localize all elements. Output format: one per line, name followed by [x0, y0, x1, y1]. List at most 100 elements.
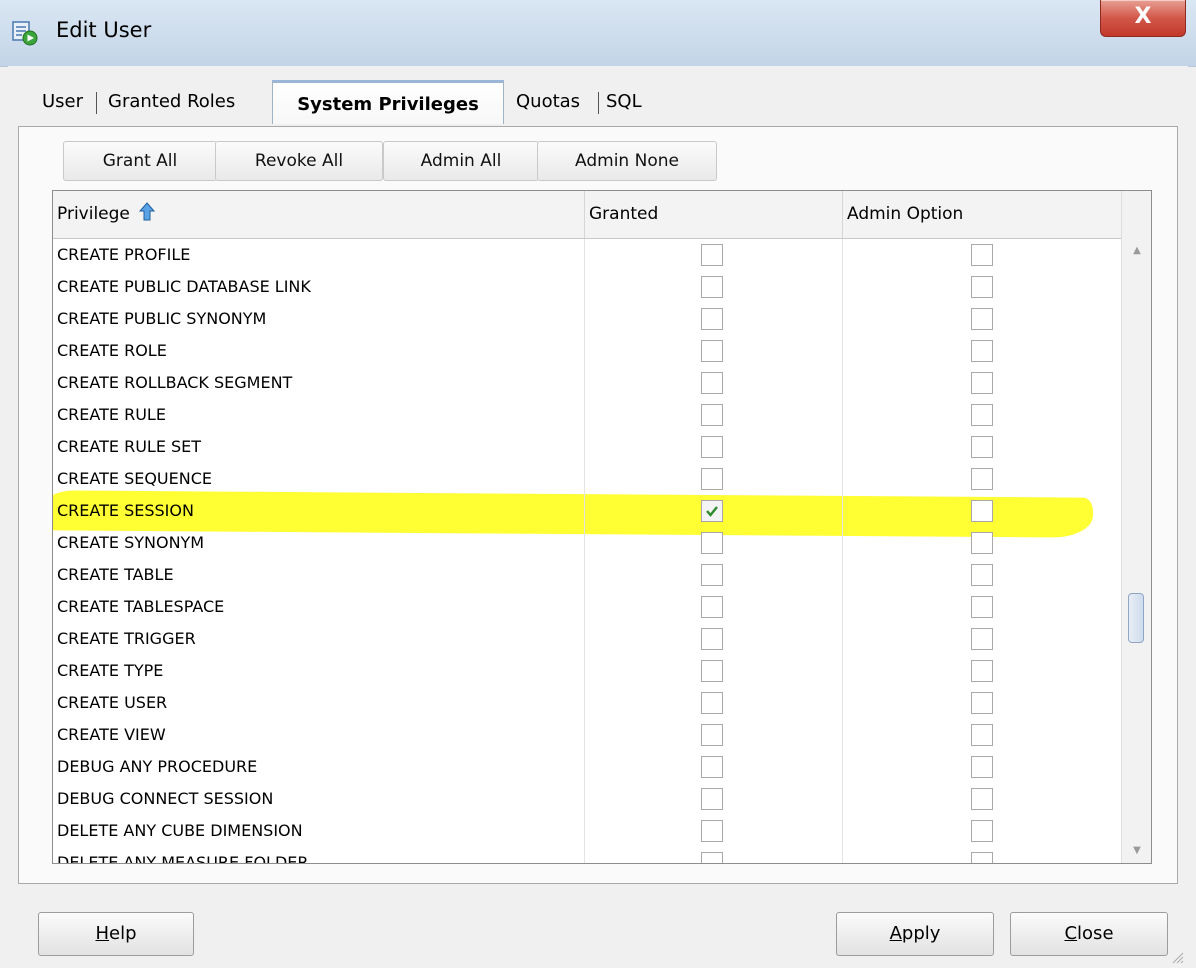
table-row[interactable]: CREATE SESSION: [53, 495, 1121, 527]
admin-option-checkbox[interactable]: [971, 756, 993, 778]
tab-user[interactable]: User: [42, 82, 83, 122]
admin-option-checkbox[interactable]: [971, 276, 993, 298]
table-row[interactable]: DEBUG ANY PROCEDURE: [53, 751, 1121, 783]
privilege-name: CREATE RULE: [53, 399, 585, 431]
tab-sql[interactable]: SQL: [606, 82, 642, 122]
admin-option-checkbox[interactable]: [971, 340, 993, 362]
resize-grip-icon[interactable]: [1170, 950, 1184, 964]
granted-checkbox[interactable]: [701, 276, 723, 298]
help-button[interactable]: Help: [38, 912, 194, 956]
table-row[interactable]: CREATE USER: [53, 687, 1121, 719]
table-row[interactable]: CREATE TABLESPACE: [53, 591, 1121, 623]
admin-option-checkbox[interactable]: [971, 660, 993, 682]
granted-checkbox[interactable]: [701, 756, 723, 778]
admin-option-checkbox[interactable]: [971, 468, 993, 490]
table-row[interactable]: CREATE PROFILE: [53, 239, 1121, 271]
vertical-scrollbar[interactable]: ▲ ▼: [1121, 191, 1151, 863]
close-window-button[interactable]: X: [1100, 0, 1186, 37]
granted-cell: [585, 559, 843, 591]
privilege-name: CREATE PUBLIC SYNONYM: [53, 303, 585, 335]
table-header: Privilege Granted Admin Option: [53, 191, 1121, 239]
granted-checkbox[interactable]: [701, 596, 723, 618]
granted-checkbox[interactable]: [701, 468, 723, 490]
granted-checkbox[interactable]: [701, 660, 723, 682]
granted-checkbox[interactable]: [701, 724, 723, 746]
granted-checkbox[interactable]: [701, 404, 723, 426]
admin-none-button[interactable]: Admin None: [537, 141, 717, 181]
admin-option-checkbox[interactable]: [971, 788, 993, 810]
tab-separator: [96, 92, 97, 114]
table-row[interactable]: CREATE TRIGGER: [53, 623, 1121, 655]
table-row[interactable]: CREATE PUBLIC DATABASE LINK: [53, 271, 1121, 303]
dialog-body: User Granted Roles System Privileges Quo…: [8, 66, 1188, 968]
granted-checkbox[interactable]: [701, 788, 723, 810]
granted-checkbox[interactable]: [701, 372, 723, 394]
table-row[interactable]: CREATE ROLE: [53, 335, 1121, 367]
admin-option-checkbox[interactable]: [971, 500, 993, 522]
granted-checkbox[interactable]: [701, 564, 723, 586]
admin-option-checkbox[interactable]: [971, 372, 993, 394]
column-header-privilege[interactable]: Privilege: [53, 191, 585, 238]
admin-option-cell: [843, 687, 1121, 719]
table-row[interactable]: DELETE ANY MEASURE FOLDER: [53, 847, 1121, 863]
granted-checkbox[interactable]: [701, 340, 723, 362]
granted-checkbox[interactable]: [701, 436, 723, 458]
granted-cell: [585, 431, 843, 463]
table-row[interactable]: CREATE TYPE: [53, 655, 1121, 687]
tab-granted-roles[interactable]: Granted Roles: [108, 82, 235, 122]
table-row[interactable]: CREATE ROLLBACK SEGMENT: [53, 367, 1121, 399]
granted-cell: [585, 751, 843, 783]
granted-checkbox[interactable]: [701, 244, 723, 266]
admin-option-cell: [843, 495, 1121, 527]
scrollbar-thumb[interactable]: [1128, 593, 1144, 643]
admin-option-checkbox[interactable]: [971, 628, 993, 650]
apply-button[interactable]: Apply: [836, 912, 994, 956]
granted-checkbox[interactable]: [701, 628, 723, 650]
admin-option-checkbox[interactable]: [971, 596, 993, 618]
admin-option-checkbox[interactable]: [971, 820, 993, 842]
admin-option-cell: [843, 367, 1121, 399]
table-row[interactable]: CREATE RULE SET: [53, 431, 1121, 463]
table-row[interactable]: CREATE PUBLIC SYNONYM: [53, 303, 1121, 335]
admin-option-checkbox[interactable]: [971, 692, 993, 714]
granted-checkbox[interactable]: [701, 532, 723, 554]
tab-quotas[interactable]: Quotas: [516, 82, 580, 122]
granted-cell: [585, 623, 843, 655]
granted-checkbox[interactable]: [701, 820, 723, 842]
table-row[interactable]: CREATE VIEW: [53, 719, 1121, 751]
table-row[interactable]: DELETE ANY CUBE DIMENSION: [53, 815, 1121, 847]
column-header-granted[interactable]: Granted: [585, 191, 843, 238]
admin-option-checkbox[interactable]: [971, 404, 993, 426]
table-row[interactable]: CREATE TABLE: [53, 559, 1121, 591]
table-row[interactable]: CREATE SEQUENCE: [53, 463, 1121, 495]
grant-all-button[interactable]: Grant All: [63, 141, 217, 181]
privilege-name: CREATE PROFILE: [53, 239, 585, 271]
admin-option-checkbox[interactable]: [971, 244, 993, 266]
privilege-name: DELETE ANY MEASURE FOLDER: [53, 847, 585, 863]
admin-option-checkbox[interactable]: [971, 532, 993, 554]
admin-option-checkbox[interactable]: [971, 564, 993, 586]
admin-all-button[interactable]: Admin All: [383, 141, 539, 181]
revoke-all-button[interactable]: Revoke All: [215, 141, 383, 181]
column-header-admin-option[interactable]: Admin Option: [843, 191, 1121, 238]
table-row[interactable]: DEBUG CONNECT SESSION: [53, 783, 1121, 815]
close-button[interactable]: Close: [1010, 912, 1168, 956]
granted-checkbox[interactable]: [701, 852, 723, 863]
granted-cell: [585, 719, 843, 751]
admin-option-checkbox[interactable]: [971, 308, 993, 330]
scroll-down-arrow-icon[interactable]: ▼: [1122, 841, 1151, 861]
admin-option-checkbox[interactable]: [971, 436, 993, 458]
granted-checkbox[interactable]: [701, 500, 723, 522]
admin-option-checkbox[interactable]: [971, 852, 993, 863]
granted-checkbox[interactable]: [701, 692, 723, 714]
privilege-name: CREATE PUBLIC DATABASE LINK: [53, 271, 585, 303]
tab-system-privileges[interactable]: System Privileges: [272, 80, 504, 124]
admin-option-cell: [843, 783, 1121, 815]
table-row[interactable]: CREATE RULE: [53, 399, 1121, 431]
granted-checkbox[interactable]: [701, 308, 723, 330]
table-row[interactable]: CREATE SYNONYM: [53, 527, 1121, 559]
granted-cell: [585, 367, 843, 399]
admin-option-checkbox[interactable]: [971, 724, 993, 746]
granted-cell: [585, 399, 843, 431]
scroll-up-arrow-icon[interactable]: ▲: [1122, 241, 1151, 261]
